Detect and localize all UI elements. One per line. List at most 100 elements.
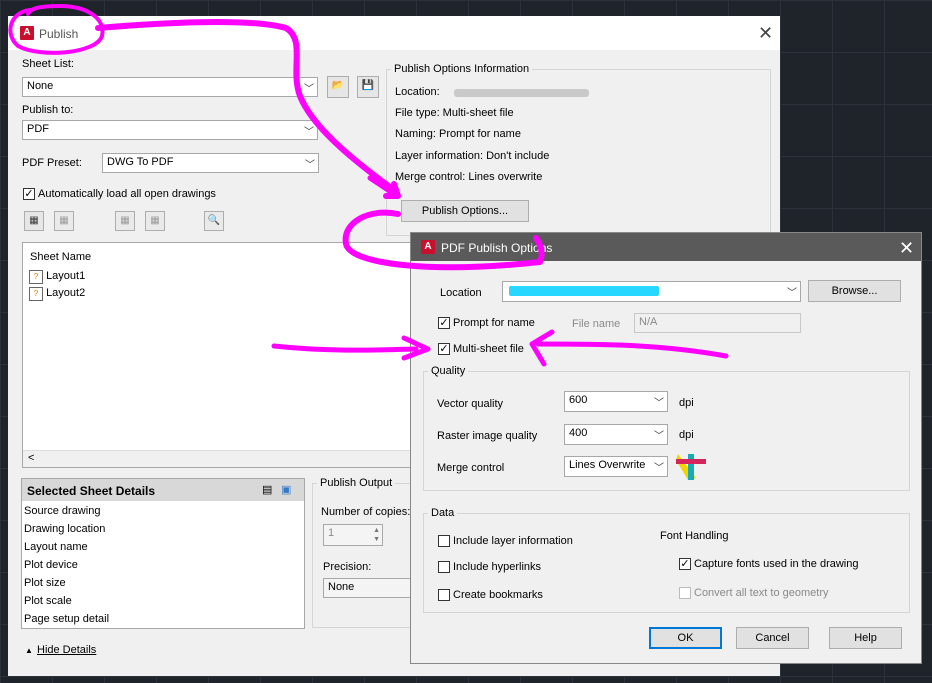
info-layer-information: Layer information: Don't include	[395, 150, 550, 162]
multi-sheet-file-label: Multi-sheet file	[453, 343, 524, 355]
pdf-options-title-bar: A PDF Publish Options ✕	[411, 233, 921, 261]
details-text-icon[interactable]: ▤	[262, 483, 272, 496]
include-hyperlinks-checkbox[interactable]	[438, 561, 450, 573]
chevron-down-icon: ﹀	[304, 127, 314, 138]
publish-options-info-title: Publish Options Information	[391, 63, 533, 75]
autocad-logo-icon: A	[421, 240, 435, 254]
merge-control-label: Merge control	[437, 462, 505, 474]
auto-load-checkbox[interactable]: ✓	[23, 188, 35, 200]
autocad-logo-icon: A	[20, 26, 34, 40]
include-layer-checkbox[interactable]	[438, 535, 450, 547]
help-button[interactable]: Help	[829, 627, 902, 649]
pdf-preset-label: PDF Preset:	[22, 157, 82, 169]
browse-button[interactable]: Browse...	[808, 280, 901, 302]
table-row[interactable]: ? Layout1	[29, 270, 85, 284]
merge-control-select[interactable]: Lines Overwrite ﹀	[564, 456, 668, 477]
precision-label: Precision:	[323, 561, 372, 573]
detail-row: Plot size	[24, 577, 66, 589]
prompt-for-name-checkbox[interactable]: ✓	[438, 317, 450, 329]
location-select[interactable]: ﹀	[502, 281, 801, 302]
ok-button[interactable]: OK	[649, 627, 722, 649]
data-title: Data	[428, 507, 458, 519]
add-sheets-icon[interactable]: ▦	[24, 211, 44, 231]
capture-fonts-label: Capture fonts used in the drawing	[694, 558, 859, 570]
location-label: Location	[440, 287, 482, 299]
sheet-name: Layout2	[46, 287, 86, 299]
prompt-for-name-label: Prompt for name	[453, 317, 535, 329]
publish-title-bar: A Publish ✕	[8, 16, 780, 50]
merge-lines-preview-icon	[676, 454, 706, 480]
preview-icon[interactable]: 🔍	[204, 211, 224, 231]
capture-fonts-checkbox[interactable]: ✓	[679, 558, 691, 570]
sheet-list-table: Sheet Name ? Layout1 ? Layout2 <	[22, 242, 414, 468]
chevron-down-icon: ﹀	[654, 431, 664, 442]
remove-sheets-icon[interactable]: ▦	[54, 211, 74, 231]
file-name-label: File name	[572, 318, 621, 330]
raster-quality-label: Raster image quality	[437, 430, 538, 442]
horizontal-scrollbar[interactable]: <	[23, 450, 413, 467]
layout-sheet-icon: ?	[29, 287, 43, 301]
publish-output-title: Publish Output	[317, 477, 396, 489]
quality-group: Quality Vector quality 600 ﹀ dpi Raster i…	[423, 365, 910, 491]
hide-details-link[interactable]: Hide Details	[37, 644, 96, 656]
load-sheet-list-icon[interactable]: 📂	[327, 76, 349, 98]
detail-row: Plot device	[24, 559, 78, 571]
chevron-down-icon: ﹀	[305, 160, 315, 171]
sheet-list-label: Sheet List:	[22, 58, 74, 70]
move-sheet-up-icon[interactable]: ▦	[115, 211, 135, 231]
chevron-down-icon: ﹀	[787, 288, 797, 299]
publish-to-select[interactable]: PDF ﹀	[22, 120, 318, 140]
chevron-down-icon: ﹀	[654, 463, 664, 474]
info-merge-control: Merge control: Lines overwrite	[395, 171, 543, 183]
scroll-left-icon[interactable]: <	[28, 452, 34, 464]
vector-dpi-label: dpi	[679, 397, 694, 409]
collapse-triangle-icon[interactable]: ▲	[25, 646, 33, 655]
raster-quality-select[interactable]: 400 ﹀	[564, 424, 668, 445]
auto-load-label: Automatically load all open drawings	[38, 188, 216, 200]
location-value-redacted	[509, 286, 659, 296]
table-row[interactable]: ? Layout2	[29, 287, 85, 301]
font-handling-title: Font Handling	[660, 530, 729, 542]
selected-sheet-details-header: Selected Sheet Details ▤ ▣	[22, 479, 304, 501]
sheet-name-header: Sheet Name	[30, 251, 92, 263]
precision-select[interactable]: None	[323, 578, 423, 598]
cancel-button[interactable]: Cancel	[736, 627, 809, 649]
location-value-redacted	[454, 89, 589, 97]
detail-row: Drawing location	[24, 523, 106, 535]
include-hyperlinks-label: Include hyperlinks	[453, 561, 542, 573]
pdf-preset-select[interactable]: DWG To PDF ﹀	[102, 153, 319, 173]
publish-to-label: Publish to:	[22, 104, 74, 116]
sheet-name: Layout1	[46, 270, 86, 282]
close-icon[interactable]: ✕	[899, 239, 914, 257]
quality-title: Quality	[428, 365, 469, 377]
info-naming: Naming: Prompt for name	[395, 128, 521, 140]
selected-sheet-details-panel: Selected Sheet Details ▤ ▣ Source drawin…	[21, 478, 305, 629]
raster-dpi-label: dpi	[679, 429, 694, 441]
info-location: Location:	[395, 86, 440, 98]
create-bookmarks-checkbox[interactable]	[438, 589, 450, 601]
sheet-list-select[interactable]: None ﹀	[22, 77, 318, 97]
include-layer-label: Include layer information	[453, 535, 573, 547]
details-preview-icon[interactable]: ▣	[281, 483, 291, 496]
move-sheet-down-icon[interactable]: ▦	[145, 211, 165, 231]
copies-stepper[interactable]: 1 ▲ ▼	[323, 524, 383, 546]
save-sheet-list-icon[interactable]: 💾	[357, 76, 379, 98]
multi-sheet-file-checkbox[interactable]: ✓	[438, 343, 450, 355]
detail-row: Layout name	[24, 541, 88, 553]
vector-quality-select[interactable]: 600 ﹀	[564, 391, 668, 412]
chevron-down-icon: ﹀	[304, 84, 314, 95]
convert-text-checkbox[interactable]	[679, 587, 691, 599]
chevron-down-icon: ﹀	[654, 398, 664, 409]
publish-options-info-group: Publish Options Information Location: Fi…	[386, 63, 771, 236]
info-file-type: File type: Multi-sheet file	[395, 107, 514, 119]
selected-sheet-details-title: Selected Sheet Details	[27, 484, 156, 498]
file-name-field[interactable]: N/A	[634, 313, 801, 333]
detail-row: Plot scale	[24, 595, 72, 607]
create-bookmarks-label: Create bookmarks	[453, 589, 543, 601]
publish-options-button[interactable]: Publish Options...	[401, 200, 529, 222]
close-icon[interactable]: ✕	[758, 24, 773, 42]
publish-output-group: Publish Output Number of copies: 1 ▲ ▼ Pr…	[312, 477, 423, 628]
pdf-options-title: PDF Publish Options	[441, 241, 553, 255]
vector-quality-label: Vector quality	[437, 398, 504, 410]
stepper-arrows-icon[interactable]: ▲ ▼	[373, 526, 380, 544]
